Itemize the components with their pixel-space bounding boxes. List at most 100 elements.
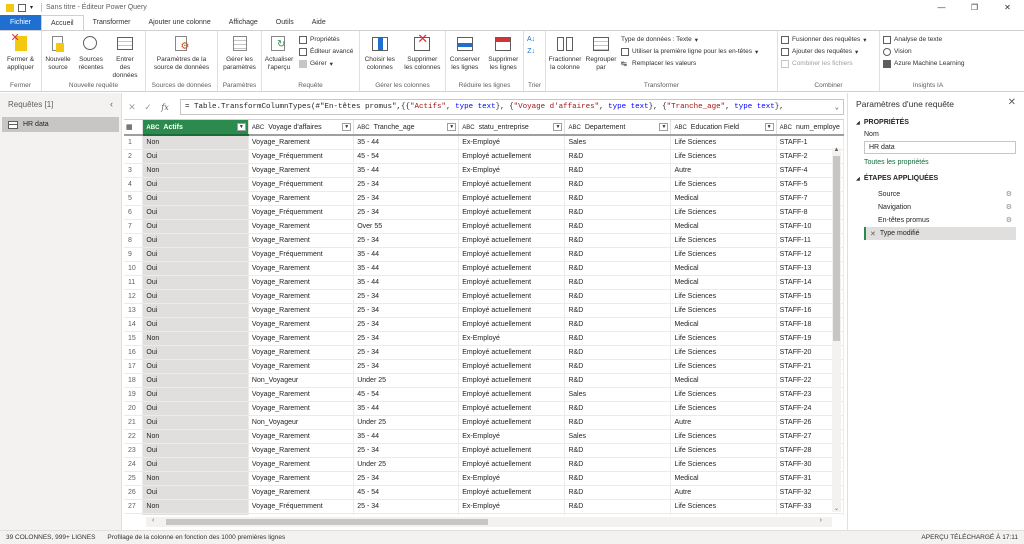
append-queries-button[interactable]: Ajouter des requêtes ▾ xyxy=(781,47,867,56)
all-properties-link[interactable]: Toutes les propriétés xyxy=(848,154,1024,171)
replace-values-button[interactable]: ↹ Remplacer les valeurs xyxy=(621,59,758,68)
vertical-scrollbar[interactable]: ▲ ⌄ xyxy=(832,147,841,512)
row-number[interactable]: 24 xyxy=(124,457,144,472)
advanced-editor-button[interactable]: Éditeur avancé xyxy=(299,47,353,56)
filter-dropdown-icon[interactable]: ▼ xyxy=(553,123,563,131)
row-number[interactable]: 8 xyxy=(124,233,144,248)
table-row[interactable]: 14 Oui Voyage_Rarement 25 - 34 Employé actue… xyxy=(124,317,844,332)
table-row[interactable]: 1 Non Voyage_Rarement 35 - 44 Ex-Employé Sale… xyxy=(124,135,844,150)
row-number[interactable]: 13 xyxy=(124,303,144,318)
table-row[interactable]: 26 Oui Voyage_Rarement 45 - 54 Employé actue… xyxy=(124,485,844,500)
query-name-input[interactable]: HR data xyxy=(864,141,1016,154)
query-item-hr-data[interactable]: HR data xyxy=(2,117,119,132)
row-number[interactable]: 12 xyxy=(124,289,144,304)
table-row[interactable]: 12 Oui Voyage_Rarement 25 - 34 Employé actue… xyxy=(124,289,844,304)
tab-affichage[interactable]: Affichage xyxy=(220,15,267,30)
table-row[interactable]: 17 Oui Voyage_Rarement 25 - 34 Employé actue… xyxy=(124,359,844,374)
close-pane-icon[interactable]: ✕ xyxy=(1008,97,1016,108)
row-number[interactable]: 15 xyxy=(124,331,144,346)
scroll-left-icon[interactable]: ‹ xyxy=(152,517,154,524)
horizontal-scroll-thumb[interactable] xyxy=(166,519,488,525)
table-row[interactable]: 2 Oui Voyage_Fréquemment 45 - 54 Employé act… xyxy=(124,149,844,164)
tab-outils[interactable]: Outils xyxy=(267,15,303,30)
filter-dropdown-icon[interactable]: ▼ xyxy=(659,123,669,131)
column-header[interactable]: ABC statu_entreprise ▼ xyxy=(458,120,566,136)
table-row[interactable]: 10 Oui Voyage_Rarement 35 - 44 Employé actue… xyxy=(124,261,844,276)
row-number[interactable]: 17 xyxy=(124,359,144,374)
table-row[interactable]: 27 Non Voyage_Fréquemment 25 - 34 Ex-Employé… xyxy=(124,499,844,514)
text-type-icon[interactable]: ABC xyxy=(146,125,159,131)
text-type-icon[interactable]: ABC xyxy=(780,125,792,131)
properties-button[interactable]: Propriétés xyxy=(299,35,353,44)
text-type-icon[interactable]: ABC xyxy=(252,125,264,131)
tab-ajouter-colonne[interactable]: Ajouter une colonne xyxy=(139,15,219,30)
column-header[interactable]: ABC Voyage d'affaires ▼ xyxy=(248,120,355,136)
tab-accueil[interactable]: Accueil xyxy=(41,15,84,30)
row-number[interactable]: 25 xyxy=(124,471,144,486)
table-row[interactable]: 18 Oui Non_Voyageur Under 25 Employé actuell… xyxy=(124,373,844,388)
manage-button[interactable]: Gérer ▾ xyxy=(299,59,353,68)
row-number[interactable]: 28 xyxy=(124,513,144,515)
select-all-corner[interactable]: ▦ xyxy=(124,120,144,136)
row-number[interactable]: 21 xyxy=(124,415,144,430)
gear-icon[interactable]: ⚙ xyxy=(1006,203,1012,211)
text-analytics-button[interactable]: Analyse de texte xyxy=(883,35,964,44)
step-promoted-headers[interactable]: En-têtes promus ⚙ xyxy=(864,214,1016,227)
row-number[interactable]: 14 xyxy=(124,317,144,332)
table-row[interactable]: 20 Oui Voyage_Rarement 35 - 44 Employé actue… xyxy=(124,401,844,416)
minimize-button[interactable]: — xyxy=(925,0,958,15)
formula-input[interactable]: = Table.TransformColumnTypes(#"En-têtes … xyxy=(180,99,844,115)
row-number[interactable]: 6 xyxy=(124,205,144,220)
row-number[interactable]: 26 xyxy=(124,485,144,500)
row-number[interactable]: 10 xyxy=(124,261,144,276)
table-row[interactable]: 3 Non Voyage_Rarement 35 - 44 Ex-Employé R&D A… xyxy=(124,163,844,178)
table-row[interactable]: 11 Oui Voyage_Rarement 35 - 44 Employé actue… xyxy=(124,275,844,290)
table-row[interactable]: 6 Oui Voyage_Fréquemment 25 - 34 Employé act… xyxy=(124,205,844,220)
combine-files-button[interactable]: Combiner les fichiers xyxy=(781,59,867,68)
row-number[interactable]: 1 xyxy=(124,135,144,150)
horizontal-scrollbar[interactable]: ‹ › xyxy=(146,517,832,527)
table-row[interactable]: 15 Non Voyage_Rarement 25 - 34 Ex-Employé R&D… xyxy=(124,331,844,346)
use-first-row-headers-button[interactable]: Utiliser la première ligne pour les en-t… xyxy=(621,47,758,56)
filter-dropdown-icon[interactable]: ▼ xyxy=(342,123,352,131)
table-row[interactable]: 7 Oui Voyage_Rarement Over 55 Employé actuel… xyxy=(124,219,844,234)
row-number[interactable]: 16 xyxy=(124,345,144,360)
cancel-formula-icon[interactable]: ✕ xyxy=(124,102,140,113)
text-type-icon[interactable]: ABC xyxy=(674,125,686,131)
table-row[interactable]: 13 Oui Voyage_Rarement 25 - 34 Employé actue… xyxy=(124,303,844,318)
column-header[interactable]: ABC Education Field ▼ xyxy=(670,120,777,136)
vision-button[interactable]: Vision xyxy=(883,47,964,56)
fx-icon[interactable]: fx xyxy=(156,103,174,112)
column-header[interactable]: ABC Tranche_age ▼ xyxy=(353,120,460,136)
row-number[interactable]: 4 xyxy=(124,177,144,192)
row-number[interactable]: 5 xyxy=(124,191,144,206)
sort-ascending-button[interactable]: A↓ xyxy=(527,35,535,44)
text-type-icon[interactable]: ABC xyxy=(568,125,580,131)
row-number[interactable]: 9 xyxy=(124,247,144,262)
table-row[interactable]: 5 Oui Voyage_Rarement 25 - 34 Employé actuel… xyxy=(124,191,844,206)
table-row[interactable]: 25 Non Voyage_Rarement 25 - 34 Ex-Employé R&D… xyxy=(124,471,844,486)
scroll-up-icon[interactable]: ▲ xyxy=(832,147,841,153)
row-number[interactable]: 18 xyxy=(124,373,144,388)
sort-descending-button[interactable]: Z↓ xyxy=(527,47,535,56)
text-type-icon[interactable]: ABC xyxy=(357,125,369,131)
gear-icon[interactable]: ⚙ xyxy=(1006,216,1012,224)
filter-dropdown-icon[interactable]: ▼ xyxy=(764,123,774,131)
text-type-icon[interactable]: ABC xyxy=(462,125,474,131)
scroll-down-icon[interactable]: ⌄ xyxy=(832,505,841,512)
row-number[interactable]: 23 xyxy=(124,443,144,458)
table-row[interactable]: 4 Oui Voyage_Fréquemment 25 - 34 Employé act… xyxy=(124,177,844,192)
close-window-button[interactable]: ✕ xyxy=(991,0,1024,15)
step-navigation[interactable]: Navigation ⚙ xyxy=(864,201,1016,214)
customize-dropdown-icon[interactable]: ▾ xyxy=(30,4,33,11)
table-row[interactable]: 19 Oui Voyage_Rarement 45 - 54 Employé actue… xyxy=(124,387,844,402)
column-header[interactable]: ABC num_employe xyxy=(776,120,844,136)
scroll-right-icon[interactable]: › xyxy=(820,517,822,524)
data-type-dropdown[interactable]: Type de données : Texte ▾ xyxy=(621,35,758,44)
row-number[interactable]: 3 xyxy=(124,163,144,178)
row-number[interactable]: 19 xyxy=(124,387,144,402)
properties-section-header[interactable]: ◢ PROPRIÉTÉS xyxy=(848,115,1024,128)
tab-transformer[interactable]: Transformer xyxy=(84,15,140,30)
table-row[interactable]: 23 Oui Voyage_Rarement 25 - 34 Employé actue… xyxy=(124,443,844,458)
vertical-scroll-thumb[interactable] xyxy=(833,156,840,341)
